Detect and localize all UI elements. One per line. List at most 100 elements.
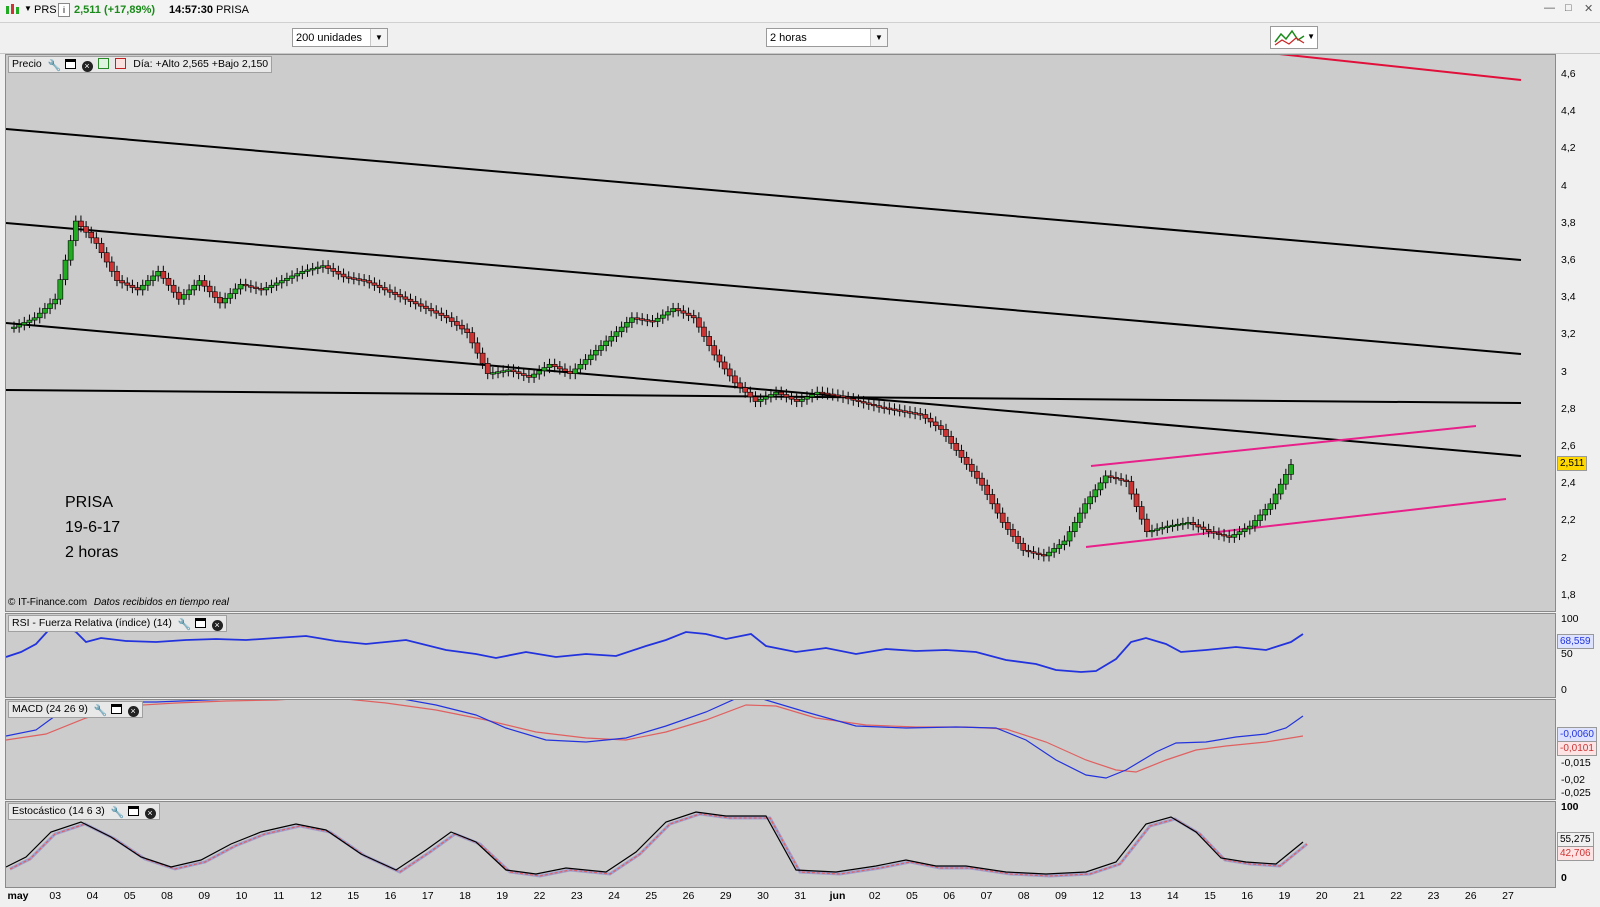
wrench-icon[interactable]: 🔧 [48,61,62,72]
wrench-icon[interactable]: 🔧 [94,706,108,717]
chevron-down-icon[interactable]: ▼ [1307,32,1315,41]
candle-body [587,354,594,360]
price-chart[interactable] [6,55,1556,612]
candle-body [78,220,84,227]
candle-body [701,326,707,337]
candle-body [278,280,285,284]
candle-body [454,321,460,326]
candle-body [150,275,156,281]
candle-body [412,301,419,305]
candle-body [948,436,954,444]
candle-body [340,273,347,278]
candle-body [963,456,970,465]
window-icon[interactable] [64,59,76,69]
candle-body [536,370,543,375]
trend-line [6,389,1522,404]
chevron-down-icon[interactable]: ▼ [870,29,887,46]
close-icon[interactable]: × [211,620,223,631]
candle-body [1097,482,1104,491]
x-axis-label: 09 [1055,890,1067,902]
candle-body [654,317,661,322]
window-icon[interactable] [194,618,206,628]
price-source: Datos recibidos en tiempo real © IT-Fina… [8,597,229,608]
indicators-button[interactable]: ▼ [1270,26,1318,49]
candle-body [716,354,723,363]
candle-body [387,289,393,293]
candle-body [1252,520,1258,527]
candle-body [999,512,1006,523]
x-axis-label: 16 [384,890,397,902]
candle-body [1226,535,1233,538]
x-axis-label: 08 [1017,890,1030,902]
minimize-button[interactable]: — [1544,2,1555,14]
close-button[interactable]: ✕ [1584,2,1593,15]
candle-body [814,391,821,395]
info-icon[interactable]: i [58,3,70,17]
x-axis-label: 16 [1241,890,1254,902]
candle-body [1231,534,1238,538]
price-tick: 4,4 [1561,105,1576,118]
window-icon[interactable] [127,806,139,816]
x-axis-label: 07 [980,890,993,902]
window-icon[interactable] [110,704,122,714]
candle-body [160,271,167,279]
price-tick: 3,6 [1561,254,1576,266]
stoch-chart[interactable] [6,802,1556,888]
rsi-tick-50: 50 [1561,648,1573,660]
candle-body [1087,496,1093,505]
candle-body [618,326,625,333]
units-select[interactable]: 200 unidades ▼ [292,28,388,47]
macd-chart[interactable] [6,700,1556,800]
x-axis-label: 27 [1502,890,1514,902]
candle-body [557,366,563,370]
chart-type-icon[interactable] [4,3,22,17]
rsi-chart[interactable] [6,614,1556,698]
rsi-pane[interactable]: RSI - Fuerza Relativa (índice) (14) 🔧 × [5,613,1556,698]
candle-body [531,373,537,378]
candle-body [109,261,115,272]
candle-body [1210,531,1217,534]
candle-body [577,363,584,370]
candle-body [273,282,280,286]
x-axis-label: 24 [608,890,620,902]
candle-body [855,399,862,402]
candle-body [11,326,17,329]
candle-body [1180,523,1186,526]
restore-button[interactable]: □ [1565,2,1572,14]
candle-body [943,429,949,437]
price-pane-header: Precio 🔧 × Día: +Alto 2,565 +Bajo 2,150 [8,56,273,73]
chevron-down-icon[interactable]: ▼ [370,29,387,46]
stoch-pane[interactable]: Estocástico (14 6 3) 🔧 × [5,801,1556,888]
candle-body [912,412,918,415]
candle-body [809,394,815,398]
candle-body [835,394,841,397]
candle-body [562,368,568,372]
candle-body [217,297,223,304]
x-axis-label: 17 [421,890,434,902]
candle-body [783,394,790,398]
candle-body [505,369,512,372]
candle-body [1092,489,1099,498]
price-tick: 2,4 [1561,477,1576,490]
price-pane[interactable]: Precio 🔧 × Día: +Alto 2,565 +Bajo 2,150 … [5,54,1556,612]
candle-body [1216,532,1222,535]
chart-type-dropdown-icon[interactable]: ▼ [24,4,32,13]
candle-body [747,391,754,398]
price-tick: 3,4 [1561,291,1576,304]
close-icon[interactable]: × [144,808,156,819]
macd-pane[interactable]: MACD (24 26 9) 🔧 × [5,699,1556,800]
candle-body [170,284,177,293]
candle-body [1174,523,1181,527]
symbol-label: PRS [34,4,57,16]
remove-window-icon[interactable] [115,58,127,69]
candle-body [979,477,985,486]
candle-body [788,396,795,400]
candle-body [1241,528,1248,533]
close-icon[interactable]: × [127,706,139,717]
wrench-icon[interactable]: 🔧 [178,620,192,631]
wrench-icon[interactable]: 🔧 [111,808,125,819]
close-icon[interactable]: × [81,61,93,72]
candle-body [840,395,846,398]
add-window-icon[interactable] [98,58,110,69]
period-select[interactable]: 2 horas ▼ [766,28,888,47]
